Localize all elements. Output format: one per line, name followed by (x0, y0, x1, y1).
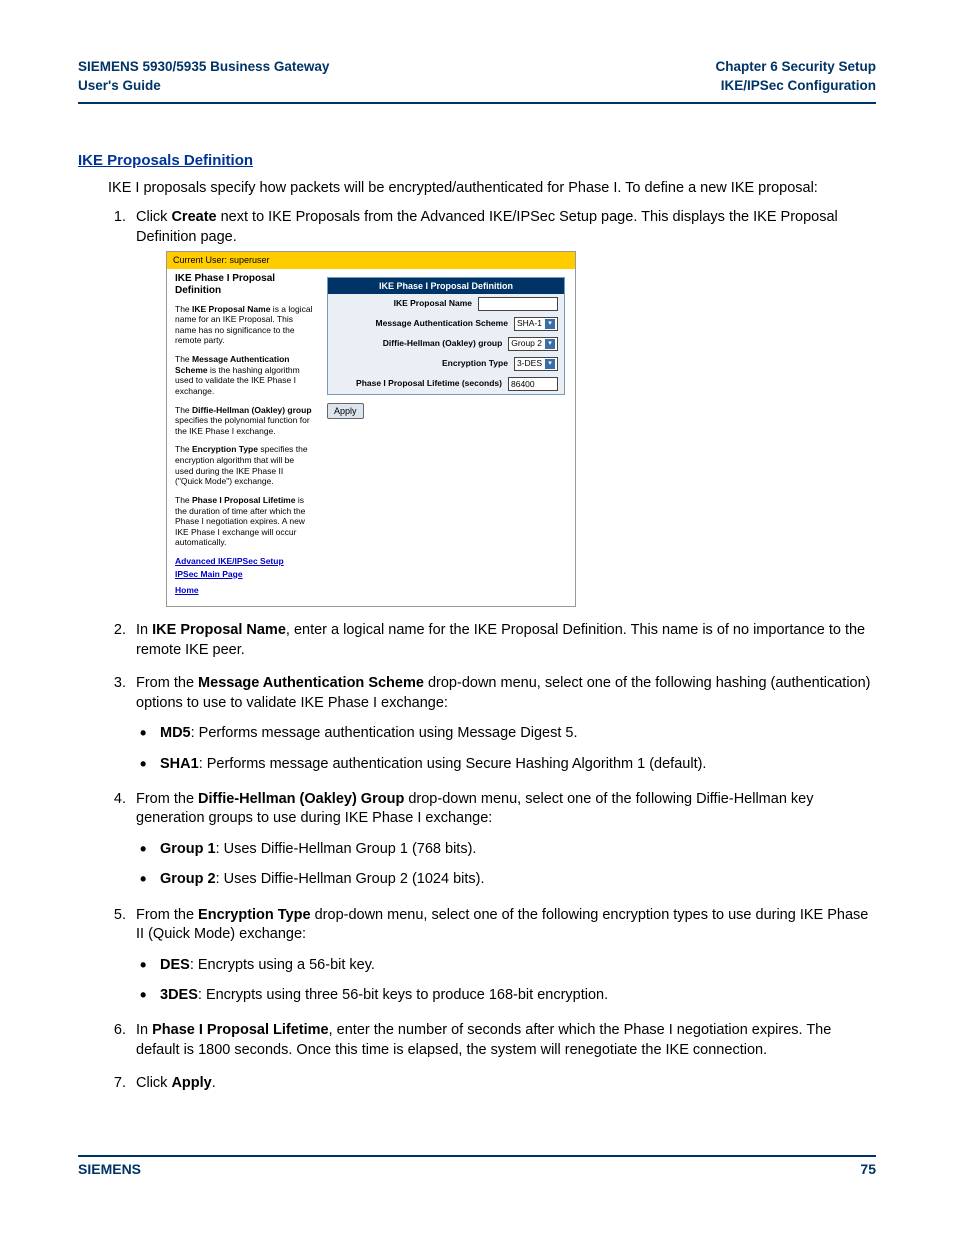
page-number: 75 (860, 1161, 876, 1177)
page-header: SIEMENS 5930/5935 Business Gateway User'… (78, 58, 876, 104)
ike-proposal-name-input[interactable] (478, 297, 558, 311)
step-3: From the Message Authentication Scheme d… (130, 674, 876, 776)
step1-pre: Click (136, 209, 171, 225)
lifetime-input[interactable] (508, 377, 558, 391)
step1-post: next to IKE Proposals from the Advanced … (136, 209, 838, 245)
ss-panel-title: IKE Phase I Proposal Definition (328, 278, 564, 294)
ss-label-life: Phase I Proposal Lifetime (seconds) (334, 378, 508, 389)
ss-label-enc: Encryption Type (334, 358, 514, 369)
ss-help-5: The Phase I Proposal Lifetime is the dur… (175, 495, 313, 548)
footer-brand: SIEMENS (78, 1161, 141, 1177)
section-heading: IKE Proposals Definition (78, 152, 876, 169)
ss-link-main[interactable]: IPSec Main Page (175, 569, 313, 580)
ss-help-2: The Message Authentication Scheme is the… (175, 354, 313, 397)
embedded-screenshot: Current User: superuser IKE Phase I Prop… (166, 251, 576, 607)
step1-bold: Create (171, 209, 216, 225)
mas-select[interactable]: SHA-1▾ (514, 317, 558, 331)
enc-select[interactable]: 3-DES▾ (514, 357, 558, 371)
step5-bullet-3des: 3DES: Encrypts using three 56-bit keys t… (160, 983, 876, 1007)
page-footer: SIEMENS 75 (78, 1155, 876, 1177)
dh-select[interactable]: Group 2▾ (508, 337, 558, 351)
step-7: Click Apply. (130, 1074, 876, 1094)
ss-main: IKE Phase I Proposal Definition IKE Prop… (321, 269, 575, 429)
ss-sidebar-title: IKE Phase I Proposal Definition (175, 273, 313, 298)
chevron-down-icon: ▾ (545, 319, 555, 329)
chevron-down-icon: ▾ (545, 359, 555, 369)
steps-list: Click Create next to IKE Proposals from … (108, 208, 876, 1094)
ss-label-dh: Diffie-Hellman (Oakley) group (334, 338, 508, 349)
step-5: From the Encryption Type drop-down menu,… (130, 906, 876, 1008)
intro-text: IKE I proposals specify how packets will… (108, 179, 876, 199)
header-guide: User's Guide (78, 77, 329, 96)
step-2: In IKE Proposal Name, enter a logical na… (130, 621, 876, 660)
step-6: In Phase I Proposal Lifetime, enter the … (130, 1021, 876, 1060)
header-section: IKE/IPSec Configuration (715, 77, 876, 96)
chevron-down-icon: ▾ (545, 339, 555, 349)
ss-help-1: The IKE Proposal Name is a logical name … (175, 304, 313, 347)
ss-label-mas: Message Authentication Scheme (334, 318, 514, 329)
ss-link-home[interactable]: Home (175, 585, 313, 596)
ss-label-name: IKE Proposal Name (334, 298, 478, 309)
step5-bullet-des: DES: Encrypts using a 56-bit key. (160, 953, 876, 977)
step3-bullet-md5: MD5: Performs message authentication usi… (160, 721, 876, 745)
step-4: From the Diffie-Hellman (Oakley) Group d… (130, 790, 876, 892)
ss-userbar: Current User: superuser (167, 252, 575, 268)
ss-sidebar: IKE Phase I Proposal Definition The IKE … (167, 269, 321, 606)
ss-help-4: The Encryption Type specifies the encryp… (175, 444, 313, 487)
header-chapter: Chapter 6 Security Setup (715, 58, 876, 77)
ss-link-advanced[interactable]: Advanced IKE/IPSec Setup (175, 556, 313, 567)
apply-button[interactable]: Apply (327, 403, 364, 419)
ss-panel: IKE Phase I Proposal Definition IKE Prop… (327, 277, 565, 395)
step4-bullet-g1: Group 1: Uses Diffie-Hellman Group 1 (76… (160, 837, 876, 861)
step-1: Click Create next to IKE Proposals from … (130, 208, 876, 607)
header-product: SIEMENS 5930/5935 Business Gateway (78, 58, 329, 77)
ss-help-3: The Diffie-Hellman (Oakley) group specif… (175, 405, 313, 437)
step4-bullet-g2: Group 2: Uses Diffie-Hellman Group 2 (10… (160, 867, 876, 891)
header-left: SIEMENS 5930/5935 Business Gateway User'… (78, 58, 329, 96)
step3-bullet-sha1: SHA1: Performs message authentication us… (160, 752, 876, 776)
header-right: Chapter 6 Security Setup IKE/IPSec Confi… (715, 58, 876, 96)
